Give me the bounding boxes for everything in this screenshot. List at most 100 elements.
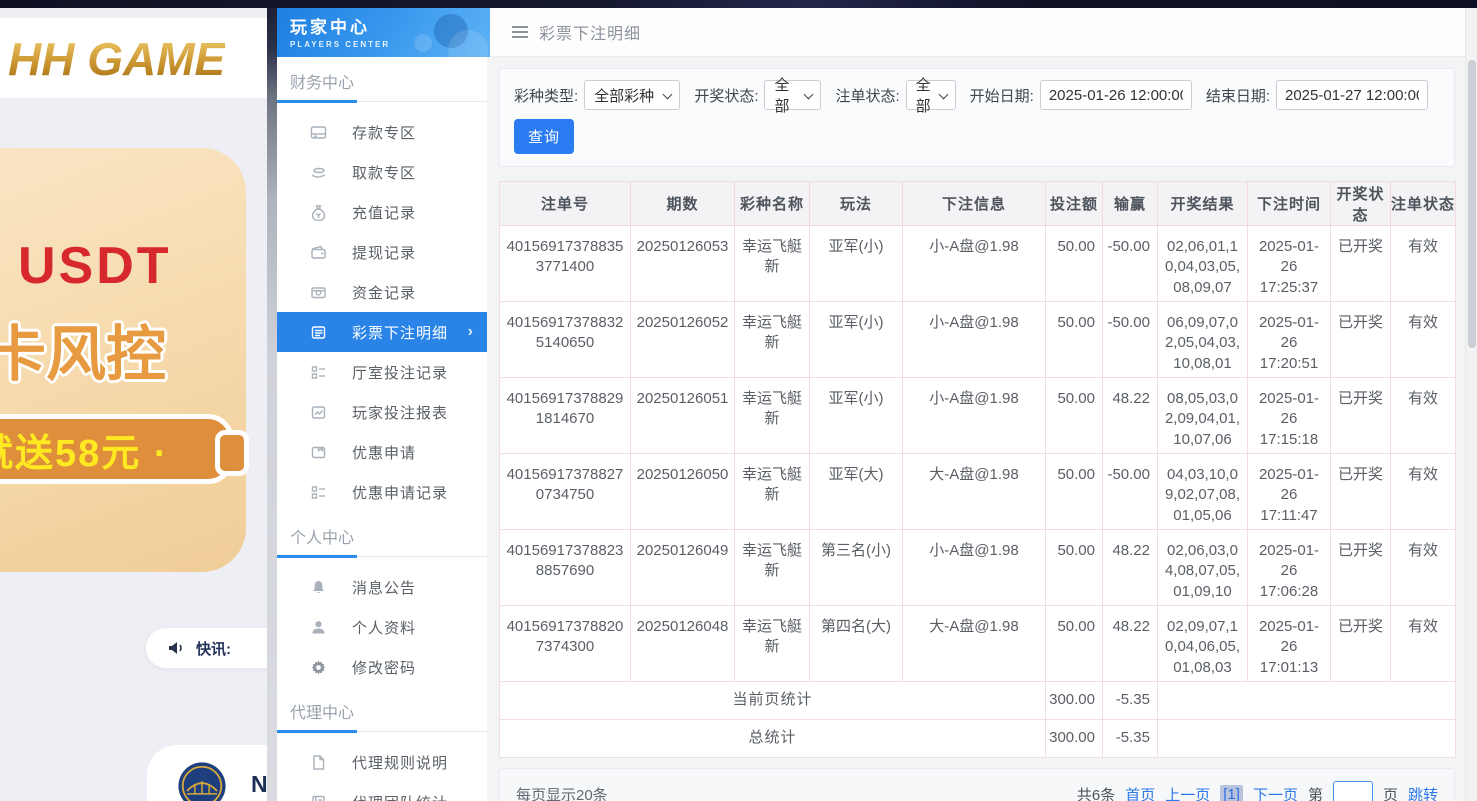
table-cell: 2025-01-26 17:11:47 <box>1248 454 1331 530</box>
sidebar-item-profile[interactable]: 个人资料 <box>277 607 487 647</box>
sidebar-item-announcements[interactable]: 消息公告 <box>277 567 487 607</box>
start-date-input[interactable] <box>1040 80 1192 110</box>
page-number-input[interactable] <box>1333 781 1373 801</box>
bet-details-table: 注单号期数彩种名称玩法下注信息投注额输赢开奖结果下注时间开奖状态注单状态 401… <box>499 181 1456 758</box>
page-suffix: 页 <box>1383 784 1398 801</box>
column-header: 期数 <box>631 182 735 226</box>
column-header: 注单号 <box>500 182 631 226</box>
pager: 共6条 首页 上一页 [1] 下一页 第 页 跳转 <box>1077 781 1438 801</box>
table-cell: 有效 <box>1391 302 1456 378</box>
prev-page-link[interactable]: 上一页 <box>1165 784 1210 801</box>
table-cell: 401569173788238857690 <box>500 530 631 606</box>
checklist-icon <box>310 484 327 501</box>
first-page-link[interactable]: 首页 <box>1125 784 1155 801</box>
table-cell: 08,05,03,02,09,04,01,10,07,06 <box>1158 378 1248 454</box>
sidebar-item-recharge-record[interactable]: 充值记录 <box>277 192 487 232</box>
query-button[interactable]: 查询 <box>514 119 574 154</box>
chevron-down-icon <box>804 90 814 100</box>
table-cell: 小-A盘@1.98 <box>903 530 1046 606</box>
sidebar-item-player-bet-report[interactable]: 玩家投注报表 <box>277 392 487 432</box>
table-cell: 已开奖 <box>1331 378 1391 454</box>
sidebar-item-agent-rules[interactable]: 代理规则说明 <box>277 742 487 782</box>
page-summary-winloss: -5.35 <box>1103 682 1158 720</box>
sidebar-header: 玩家中心 PLAYERS CENTER <box>277 8 490 57</box>
sidebar-item-promo-apply[interactable]: 优惠申请 <box>277 432 487 472</box>
column-header: 开奖状态 <box>1331 182 1391 226</box>
table-cell: 401569173788270734750 <box>500 454 631 530</box>
scrollbar[interactable] <box>1465 8 1477 801</box>
column-header: 输赢 <box>1103 182 1158 226</box>
table-cell: 已开奖 <box>1331 302 1391 378</box>
lottery-type-select[interactable]: 全部彩种 <box>584 80 680 110</box>
table-cell: 第四名(大) <box>810 606 903 682</box>
bell-icon <box>310 579 327 596</box>
table-cell: 48.22 <box>1103 606 1158 682</box>
sidebar: 玩家中心 PLAYERS CENTER 财务中心 存款专区 取款专区 充值记录 … <box>277 8 487 801</box>
section-title-finance: 财务中心 <box>277 69 487 102</box>
table-cell: 幸运飞艇新 <box>735 606 810 682</box>
table-row: 40156917378823885769020250126049幸运飞艇新第三名… <box>500 530 1456 606</box>
table-cell: 第三名(小) <box>810 530 903 606</box>
speaker-icon <box>168 640 186 656</box>
table-cell: 04,03,10,09,02,07,08,01,05,06 <box>1158 454 1248 530</box>
next-page-link[interactable]: 下一页 <box>1253 784 1298 801</box>
table-cell: 已开奖 <box>1331 454 1391 530</box>
table-cell: 50.00 <box>1046 378 1103 454</box>
table-cell: 20250126051 <box>631 378 735 454</box>
column-header: 玩法 <box>810 182 903 226</box>
ledger-icon <box>310 794 327 801</box>
table-cell: 20250126048 <box>631 606 735 682</box>
sidebar-item-hall-bet-record[interactable]: 厅室投注记录 <box>277 352 487 392</box>
table-cell: 大-A盘@1.98 <box>903 606 1046 682</box>
menu-toggle-icon[interactable] <box>512 26 528 38</box>
sidebar-item-change-password[interactable]: 修改密码 <box>277 647 487 687</box>
table-cell: 2025-01-26 17:20:51 <box>1248 302 1331 378</box>
sidebar-item-promo-apply-record[interactable]: 优惠申请记录 <box>277 472 487 512</box>
gear-icon <box>310 659 327 676</box>
end-date-input[interactable] <box>1276 80 1428 110</box>
browser-top-strip <box>0 0 1477 8</box>
chevron-down-icon <box>938 90 948 100</box>
table-row: 40156917378820737430020250126048幸运飞艇新第四名… <box>500 606 1456 682</box>
order-status-select[interactable]: 全部 <box>906 80 956 110</box>
section-title-personal: 个人中心 <box>277 524 487 557</box>
total-summary-row: 总统计 300.00 -5.35 <box>500 720 1456 758</box>
table-cell: 幸运飞艇新 <box>735 530 810 606</box>
ticker-label: 快讯: <box>196 638 231 659</box>
draw-status-select[interactable]: 全部 <box>764 80 821 110</box>
table-cell: 401569173788207374300 <box>500 606 631 682</box>
scrollbar-thumb[interactable] <box>1468 60 1476 348</box>
table-cell: 有效 <box>1391 226 1456 302</box>
table-cell: 有效 <box>1391 378 1456 454</box>
table-cell: 幸运飞艇新 <box>735 302 810 378</box>
sidebar-item-lottery-bet-details[interactable]: 彩票下注明细 › <box>277 312 487 352</box>
column-header: 注单状态 <box>1391 182 1456 226</box>
total-summary-bet: 300.00 <box>1046 720 1103 758</box>
table-cell: 02,06,01,10,04,03,05,08,09,07 <box>1158 226 1248 302</box>
sidebar-item-agent-team-stats[interactable]: 代理团队统计 <box>277 782 487 801</box>
site-logo: HH GAME <box>8 32 225 86</box>
table-cell: 有效 <box>1391 530 1456 606</box>
jump-link[interactable]: 跳转 <box>1408 784 1438 801</box>
table-cell: 2025-01-26 17:25:37 <box>1248 226 1331 302</box>
column-header: 彩种名称 <box>735 182 810 226</box>
column-header: 下注时间 <box>1248 182 1331 226</box>
chevron-down-icon <box>663 90 673 100</box>
main-content: 彩票下注明细 彩种类型: 全部彩种 开奖状态: 全部 注单状态: 全部 <box>487 8 1477 801</box>
table-cell: 亚军(大) <box>810 454 903 530</box>
table-cell: 小-A盘@1.98 <box>903 226 1046 302</box>
total-summary-winloss: -5.35 <box>1103 720 1158 758</box>
table-cell: -50.00 <box>1103 302 1158 378</box>
sidebar-item-deposit[interactable]: 存款专区 <box>277 112 487 152</box>
total-count-text: 共6条 <box>1077 784 1115 801</box>
sidebar-item-funds-record[interactable]: 资金记录 <box>277 272 487 312</box>
promo-bonus-pill: 就送58元 · <box>0 414 234 484</box>
table-cell: 401569173788353771400 <box>500 226 631 302</box>
table-row: 40156917378835377140020250126053幸运飞艇新亚军(… <box>500 226 1456 302</box>
sidebar-item-withdraw-record[interactable]: 提现记录 <box>277 232 487 272</box>
lottery-type-label: 彩种类型: <box>514 85 578 106</box>
table-cell: 20250126050 <box>631 454 735 530</box>
sidebar-item-withdraw-zone[interactable]: 取款专区 <box>277 152 487 192</box>
page-summary-bet: 300.00 <box>1046 682 1103 720</box>
table-cell: 50.00 <box>1046 606 1103 682</box>
